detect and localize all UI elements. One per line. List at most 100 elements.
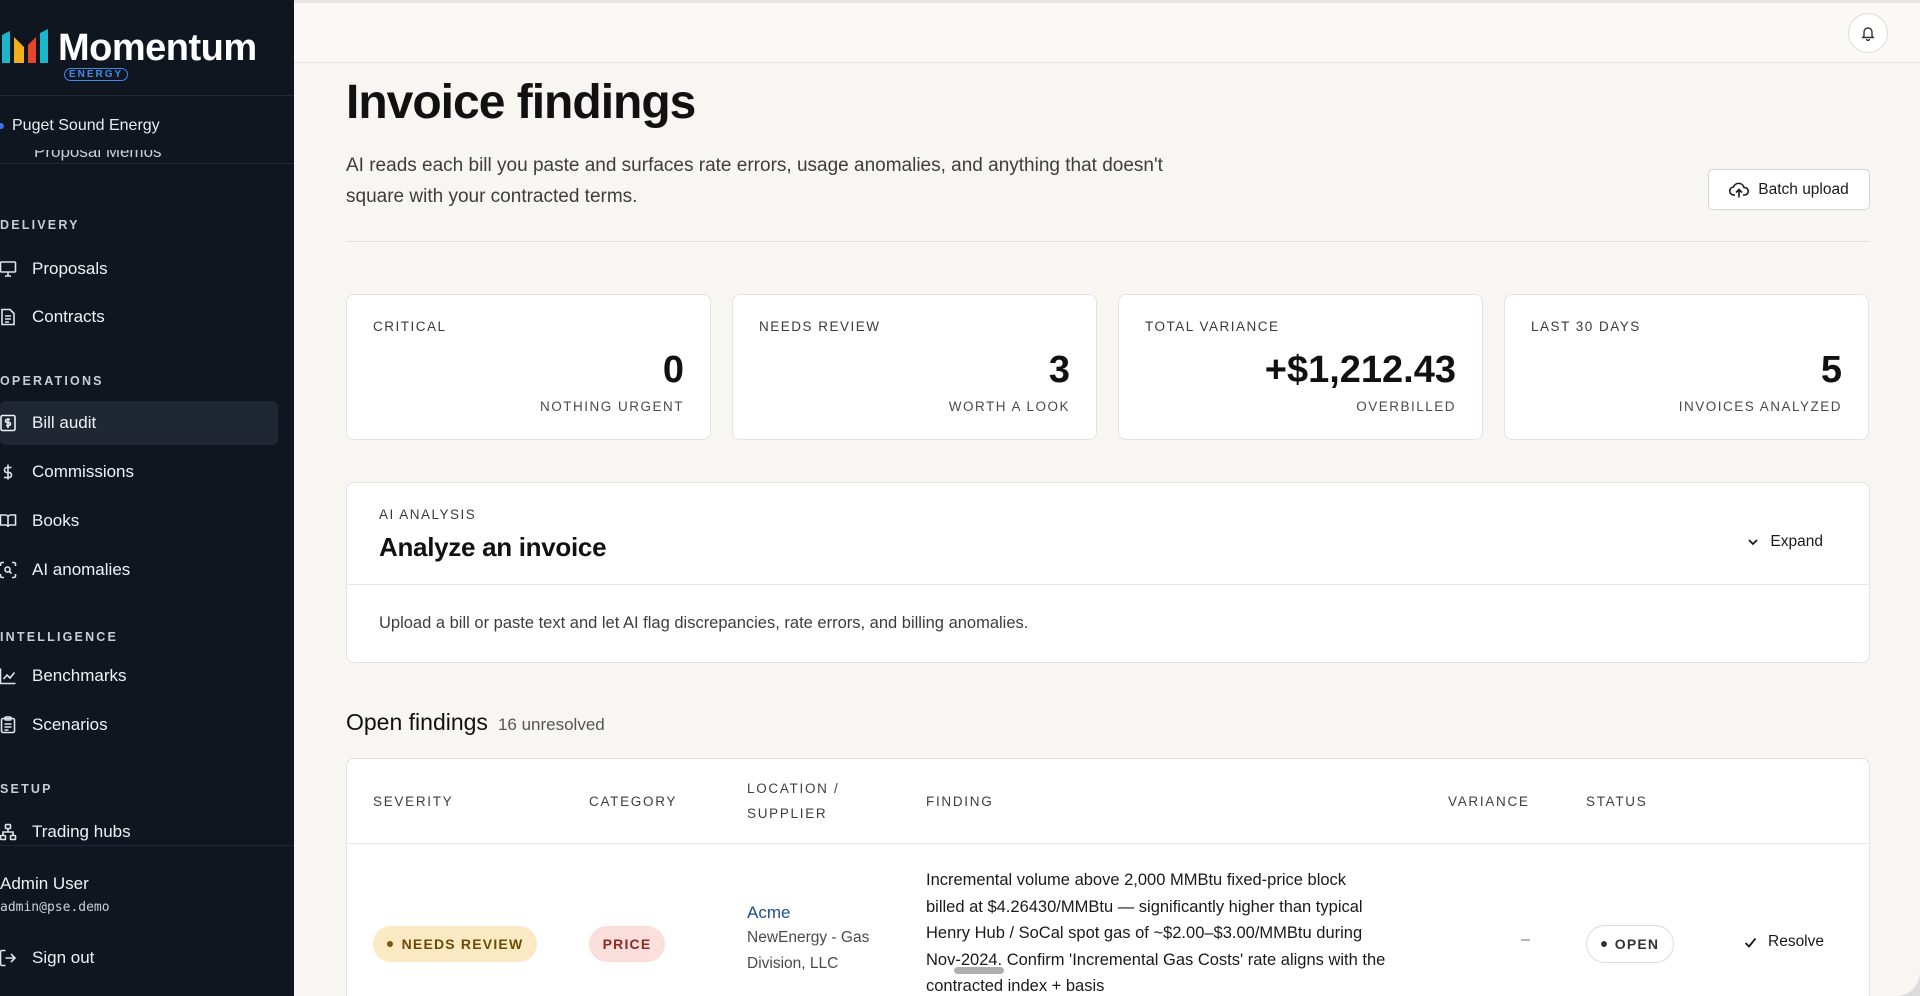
status-badge: OPEN [1586, 925, 1674, 963]
stat-value: 0 [662, 349, 684, 391]
cloud-upload-icon [1729, 181, 1750, 199]
stat-value: 3 [1048, 349, 1070, 391]
sidebar-item-label: Proposal Memos [34, 150, 162, 161]
page-description: AI reads each bill you paste and surface… [346, 155, 1163, 207]
momentum-logo-icon [2, 29, 48, 63]
top-bar [294, 0, 1920, 63]
findings-count: 16 unresolved [497, 715, 605, 734]
log-out-icon [0, 948, 18, 968]
panel-eyebrow: AI ANALYSIS [379, 507, 477, 522]
batch-upload-button[interactable]: Batch upload [1708, 169, 1870, 210]
column-header-status[interactable]: STATUS [1586, 789, 1647, 814]
stat-card-critical: CRITICAL 0 NOTHING URGENT [346, 294, 711, 440]
column-header-variance[interactable]: VARIANCE [1448, 789, 1530, 814]
stat-sub: OVERBILLED [1356, 399, 1456, 414]
sidebar-item-label: Contracts [32, 307, 105, 326]
column-header-category[interactable]: CATEGORY [589, 789, 677, 814]
findings-table: SEVERITY CATEGORY LOCATION / SUPPLIER FI… [346, 758, 1870, 996]
column-header-severity[interactable]: SEVERITY [373, 789, 453, 814]
sidebar-item-label: Proposals [32, 259, 108, 278]
sidebar-item-benchmarks[interactable]: Benchmarks [0, 654, 278, 698]
expand-label: Expand [1770, 533, 1823, 550]
stat-sub: INVOICES ANALYZED [1678, 399, 1842, 414]
user-name: Admin User [0, 874, 89, 893]
status-label: OPEN [1614, 936, 1660, 952]
sidebar-item-label: Trading hubs [32, 822, 131, 841]
severity-badge: NEEDS REVIEW [373, 926, 537, 962]
findings-header: Open findings 16 unresolved [346, 709, 605, 736]
status-dot-icon [1600, 941, 1607, 947]
org-dot-icon [0, 123, 4, 129]
scrollbar-thumb[interactable] [954, 967, 1004, 974]
location-cell: Acme NewEnergy - Gas Division, LLC [747, 903, 897, 977]
org-name: Puget Sound Energy [12, 117, 160, 134]
stat-label: NEEDS REVIEW [759, 319, 881, 334]
sidebar-item-proposals[interactable]: Proposals [0, 247, 278, 291]
line-chart-icon [0, 666, 18, 686]
sign-out-label: Sign out [32, 948, 95, 967]
category-badge: PRICE [589, 926, 665, 962]
book-icon [0, 511, 18, 531]
sidebar-item-contracts[interactable]: Contracts [0, 295, 278, 339]
panel-divider [347, 584, 1869, 585]
network-icon [0, 822, 18, 842]
findings-title: Open findings [346, 709, 488, 735]
stat-card-last-30-days: LAST 30 DAYS 5 INVOICES ANALYZED [1504, 294, 1869, 440]
bell-icon [1861, 27, 1875, 41]
expand-button[interactable]: Expand [1746, 533, 1823, 551]
section-operations: OPERATIONS [0, 374, 104, 388]
sidebar-item-ai-anomalies[interactable]: AI anomalies [0, 548, 278, 592]
stat-value: +$1,212.43 [1264, 349, 1456, 391]
clipboard-icon [0, 715, 18, 735]
sidebar-item-bill-audit[interactable]: Bill audit [0, 401, 278, 445]
stat-card-needs-review: NEEDS REVIEW 3 WORTH A LOOK [732, 294, 1097, 440]
sidebar-item-scenarios[interactable]: Scenarios [0, 703, 278, 747]
panel-title: Analyze an invoice [379, 532, 607, 562]
supplier-name: NewEnergy - Gas Division, LLC [747, 929, 870, 972]
sidebar-item-label: AI anomalies [32, 560, 131, 579]
section-setup: SETUP [0, 782, 53, 796]
document-icon [0, 307, 18, 327]
stat-sub: WORTH A LOOK [948, 399, 1070, 414]
sidebar: Momentum ENERGY Puget Sound Energy Propo… [0, 0, 294, 996]
table-header-divider [347, 843, 1869, 844]
sidebar-item-label: Scenarios [32, 715, 108, 734]
presentation-icon [0, 259, 18, 279]
stat-label: TOTAL VARIANCE [1145, 319, 1280, 334]
column-header-location[interactable]: LOCATION / SUPPLIER [747, 776, 867, 826]
check-icon [1743, 935, 1758, 950]
sidebar-item-label: Books [32, 511, 80, 530]
user-profile: Admin User admin@pse.demo [0, 874, 110, 915]
section-delivery: DELIVERY [0, 218, 80, 232]
finding-text: Incremental volume above 2,000 MMBtu fix… [926, 871, 1386, 995]
analyze-invoice-panel: AI ANALYSIS Analyze an invoice Expand Up… [346, 482, 1870, 663]
resolve-button[interactable]: Resolve [1743, 933, 1824, 951]
notifications-button[interactable] [1848, 13, 1888, 53]
sidebar-item-label: Benchmarks [32, 666, 127, 685]
chevron-down-icon [1746, 535, 1760, 549]
sign-out-button[interactable]: Sign out [0, 936, 278, 980]
brand-sub: ENERGY [64, 68, 129, 81]
severity-label: NEEDS REVIEW [401, 936, 524, 952]
dollar-icon [0, 462, 18, 482]
sidebar-item-commissions[interactable]: Commissions [0, 450, 278, 494]
sidebar-item-books[interactable]: Books [0, 499, 278, 543]
sidebar-item-trading-hubs[interactable]: Trading hubs [0, 810, 278, 854]
column-header-finding[interactable]: FINDING [926, 789, 993, 814]
section-intelligence: INTELLIGENCE [0, 630, 119, 644]
org-switcher[interactable]: Puget Sound Energy [0, 116, 160, 136]
brand-logo[interactable]: Momentum ENERGY [0, 22, 257, 81]
sidebar-item-label: Commissions [32, 462, 135, 481]
top-bar-edge [294, 0, 1920, 3]
sidebar-divider [0, 845, 294, 846]
location-link[interactable]: Acme [747, 903, 897, 923]
receipt-dollar-icon [0, 413, 18, 433]
header-divider [346, 241, 1870, 242]
window-corner [1896, 972, 1920, 996]
panel-help-text: Upload a bill or paste text and let AI f… [379, 614, 1029, 632]
stat-label: CRITICAL [373, 319, 447, 334]
stat-card-total-variance: TOTAL VARIANCE +$1,212.43 OVERBILLED [1118, 294, 1483, 440]
severity-dot-icon [386, 941, 393, 947]
sidebar-item-proposal-memos[interactable]: Proposal Memos [0, 150, 294, 164]
stat-label: LAST 30 DAYS [1531, 319, 1641, 334]
